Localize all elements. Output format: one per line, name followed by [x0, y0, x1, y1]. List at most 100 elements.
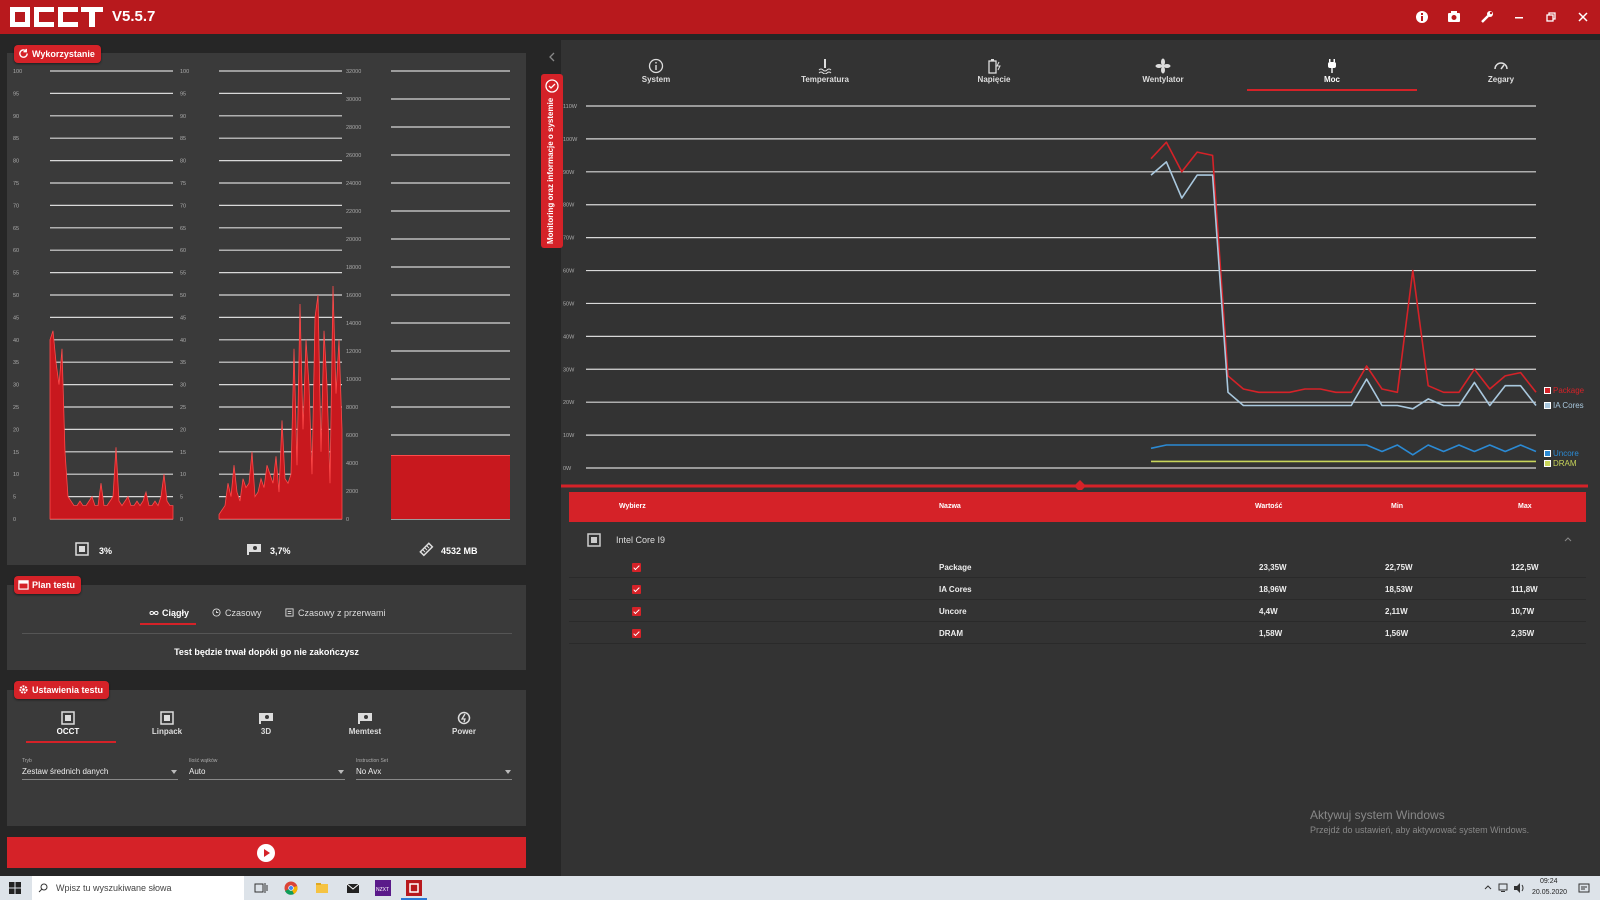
usage-tick-label: 100: [13, 69, 22, 75]
nzxt-cam-icon[interactable]: NZXT: [375, 880, 391, 896]
restore-icon[interactable]: [1543, 9, 1559, 25]
activation-watermark-title: Aktywuj system Windows: [1310, 808, 1445, 822]
calendar-icon: [18, 580, 29, 590]
settings-tab-3d[interactable]: 3D: [226, 711, 306, 736]
clock-icon: [212, 608, 221, 617]
gpu-usage-area: [218, 285, 343, 520]
mode-select[interactable]: Zestaw średnich danych: [22, 767, 178, 780]
power-tick-label: 10W: [563, 433, 575, 439]
row-max: 2,35W: [1511, 629, 1535, 638]
col-max: Max: [1518, 503, 1532, 510]
sensor-group[interactable]: Intel Core I9: [569, 522, 1586, 557]
cpu-icon: [61, 711, 75, 725]
cpu-icon: [587, 533, 601, 547]
usage-tick-label: 22000: [346, 209, 361, 215]
usage-tick-label: 60: [13, 248, 19, 254]
gpu-icon: [358, 713, 372, 724]
usage-tick-label: 70: [13, 203, 19, 209]
usage-tick-label: 18000: [346, 265, 361, 271]
table-row: Uncore 4,4W 2,11W 10,7W: [569, 601, 1586, 622]
taskbar-search[interactable]: Wpisz tu wyszukiwane słowa: [32, 876, 244, 900]
threads-select[interactable]: Auto: [189, 767, 345, 780]
chrome-icon[interactable]: [284, 881, 298, 895]
plan-mode-continuous[interactable]: Ciągły: [162, 608, 189, 618]
sensor-group-name: Intel Core I9: [616, 535, 666, 545]
monitoring-side-tab[interactable]: Monitoring oraz informacje o systemie: [541, 74, 563, 248]
camera-icon[interactable]: [1446, 9, 1462, 25]
sensor-table-header: Wybierz Nazwa Wartość Min Max: [569, 492, 1586, 522]
tab-fan[interactable]: Wentylator: [1098, 58, 1228, 84]
row-checkbox[interactable]: [632, 563, 641, 572]
legend-dram[interactable]: DRAM: [1544, 459, 1577, 468]
usage-tick-label: 8000: [346, 405, 358, 411]
tab-power[interactable]: Moc: [1267, 58, 1397, 84]
volume-icon[interactable]: [1513, 882, 1525, 894]
row-checkbox[interactable]: [632, 629, 641, 638]
chevron-down-icon[interactable]: [171, 770, 177, 774]
tab-label: System: [641, 75, 671, 84]
minimize-icon[interactable]: [1511, 9, 1527, 25]
start-test-button[interactable]: [7, 837, 526, 868]
tab-voltage[interactable]: Napięcie: [929, 58, 1059, 84]
notifications-icon[interactable]: [1578, 882, 1590, 894]
chevron-up-icon[interactable]: [1484, 884, 1492, 890]
file-explorer-icon[interactable]: [315, 881, 329, 895]
tab-label: Wentylator: [1142, 75, 1184, 84]
chevron-down-icon[interactable]: [505, 770, 511, 774]
legend-ia-cores[interactable]: IA Cores: [1544, 401, 1584, 410]
row-checkbox[interactable]: [632, 585, 641, 594]
usage-tick-label: 90: [180, 114, 186, 120]
settings-tab-linpack[interactable]: Linpack: [127, 711, 207, 736]
mail-icon[interactable]: [346, 881, 360, 895]
timeline-handle: [1074, 480, 1086, 490]
clock-time[interactable]: 09:24: [1540, 878, 1558, 885]
table-row: IA Cores 18,96W 18,53W 111,8W: [569, 579, 1586, 600]
settings-tab-occt[interactable]: OCCT: [28, 711, 108, 736]
col-value: Wartość: [1255, 503, 1283, 510]
play-icon: [257, 844, 275, 862]
usage-tick-label: 40: [13, 338, 19, 344]
occt-taskbar-icon[interactable]: [406, 880, 422, 896]
usage-tick-label: 0: [180, 517, 183, 523]
usage-tick-label: 14000: [346, 321, 361, 327]
usage-tick-label: 45: [180, 315, 186, 321]
wrench-icon[interactable]: [1479, 9, 1495, 25]
plan-mode-interval[interactable]: Czasowy z przerwami: [298, 608, 386, 618]
settings-tab-underline: [26, 741, 116, 743]
tab-label: Moc: [1324, 75, 1340, 84]
tab-system[interactable]: System: [591, 58, 721, 84]
cpu-icon: [75, 542, 89, 556]
occt-logo: [10, 7, 103, 27]
chevron-up-icon[interactable]: [1564, 536, 1572, 542]
chevron-down-icon[interactable]: [338, 770, 344, 774]
collapse-icon[interactable]: [548, 52, 556, 62]
info-icon[interactable]: [1414, 9, 1430, 25]
row-checkbox[interactable]: [632, 607, 641, 616]
power-tick-label: 30W: [563, 367, 575, 373]
settings-tab-power[interactable]: Power: [424, 711, 504, 736]
plan-mode-timed[interactable]: Czasowy: [225, 608, 262, 618]
usage-tick-label: 55: [180, 271, 186, 277]
tab-temperature[interactable]: Temperatura: [760, 58, 890, 84]
col-min: Min: [1391, 503, 1404, 510]
usage-tick-label: 15: [180, 450, 186, 456]
network-icon[interactable]: [1498, 882, 1510, 894]
usage-tick-label: 10000: [346, 377, 361, 383]
clock-date[interactable]: 20.05.2020: [1532, 889, 1567, 896]
task-view-icon[interactable]: [254, 882, 268, 894]
tab-clocks[interactable]: Zegary: [1436, 58, 1566, 84]
power-tick-label: 110W: [563, 104, 578, 110]
usage-tick-label: 35: [13, 360, 19, 366]
monitoring-side-tab-label: Monitoring oraz informacje o systemie: [546, 97, 555, 244]
close-icon[interactable]: [1575, 9, 1591, 25]
usage-tick-label: 25: [13, 405, 19, 411]
legend-uncore[interactable]: Uncore: [1544, 449, 1579, 458]
settings-tab-memtest[interactable]: Memtest: [325, 711, 405, 736]
power-chart: 110W 100W 90W 80W 70W 60W 50W 40W 30W 20W 10W 0W: [561, 104, 1588, 490]
power-series-uncore: [1150, 444, 1537, 456]
row-min: 18,53W: [1385, 585, 1413, 594]
windows-start-icon[interactable]: [9, 882, 21, 894]
usage-tick-label: 5: [13, 495, 16, 501]
legend-package[interactable]: Package: [1544, 386, 1584, 395]
instruction-set-select[interactable]: No Avx: [356, 767, 512, 780]
